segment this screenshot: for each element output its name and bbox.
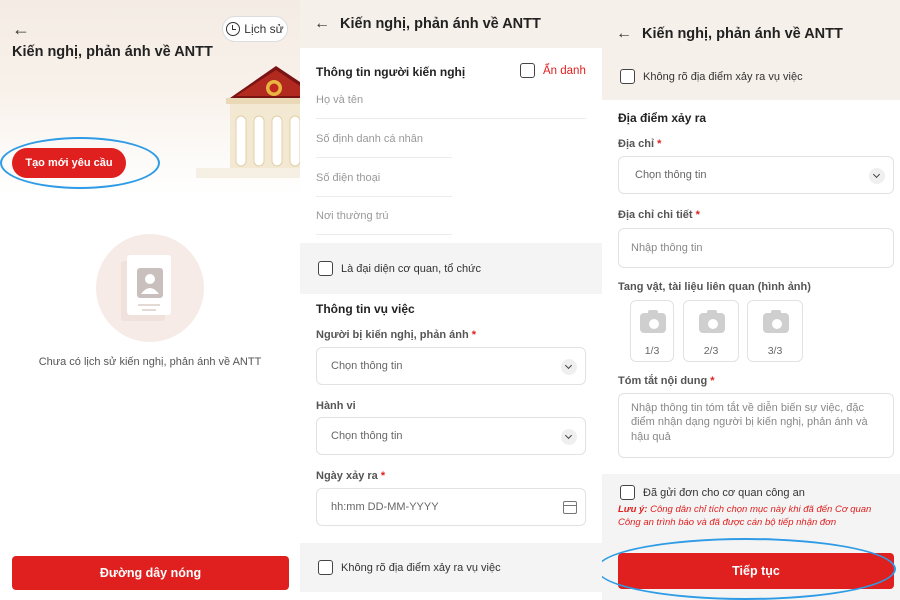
address-detail-label: Địa chỉ chi tiết * <box>618 209 700 221</box>
checkbox-icon[interactable] <box>318 560 333 575</box>
date-label: Ngày xảy ra * <box>316 470 385 482</box>
highlight-ring <box>0 137 160 189</box>
unknown-location-checkbox[interactable]: Không rõ địa điểm xảy ra vụ việc <box>318 560 501 575</box>
note-body: Công dân chỉ tích chọn mục này khi đã đế… <box>618 504 872 528</box>
note-prefix: Lưu ý: <box>618 504 648 515</box>
org-representative-checkbox[interactable]: Là đại diện cơ quan, tổ chức <box>318 261 481 276</box>
address-label: Địa chỉ * <box>618 138 661 150</box>
required-mark: * <box>695 209 700 221</box>
date-input[interactable]: hh:mm DD-MM-YYYY <box>316 488 586 526</box>
target-label-text: Người bị kiến nghị, phản ánh <box>316 329 469 341</box>
highlight-ring <box>602 538 896 600</box>
history-button[interactable]: Lịch sử <box>222 16 288 42</box>
behavior-select-value: Chọn thông tin <box>331 430 403 442</box>
address-select[interactable]: Chọn thông tin <box>618 156 894 194</box>
camera-icon <box>699 310 725 333</box>
section-title-location: Địa điểm xảy ra <box>618 111 707 125</box>
unknown-location-label: Không rõ địa điểm xảy ra vụ việc <box>643 70 803 83</box>
chevron-down-icon <box>561 359 577 375</box>
anonymous-label: Ẩn danh <box>543 64 586 77</box>
request-form-step2: ← Kiến nghị, phản ánh về ANTT Không rõ đ… <box>602 0 900 600</box>
required-mark: * <box>380 470 386 482</box>
header-bar: ← Kiến nghị, phản ánh về ANTT <box>300 0 602 48</box>
summary-label-text: Tóm tắt nội dung <box>618 375 708 387</box>
request-form-step1: ← Kiến nghị, phản ánh về ANTT Thông tin … <box>300 0 602 600</box>
image-upload-slot[interactable]: 1/3 <box>630 300 674 362</box>
required-mark: * <box>657 138 662 150</box>
required-mark: * <box>471 329 477 341</box>
document-line <box>142 309 156 311</box>
behavior-select[interactable]: Chọn thông tin <box>316 417 586 455</box>
summary-label: Tóm tắt nội dung * <box>618 375 715 387</box>
image-upload-slot[interactable]: 3/3 <box>747 300 803 362</box>
sent-to-police-checkbox[interactable]: Đã gửi đơn cho cơ quan công an <box>620 485 805 500</box>
hotline-button[interactable]: Đường dây nóng <box>12 556 289 590</box>
org-representative-label: Là đại diện cơ quan, tổ chức <box>341 262 481 275</box>
back-arrow-icon[interactable]: ← <box>314 16 330 32</box>
camera-icon <box>640 310 666 333</box>
unknown-location-checkbox[interactable]: Không rõ địa điểm xảy ra vụ việc <box>620 69 803 84</box>
note-text: Lưu ý: Công dân chỉ tích chọn mục này kh… <box>618 504 894 530</box>
section-title-person: Thông tin người kiến nghị <box>316 65 466 79</box>
checkbox-icon[interactable] <box>620 69 635 84</box>
empty-state-text: Chưa có lịch sử kiến nghị, phản ánh về A… <box>38 356 262 368</box>
id-number-input[interactable]: Số định danh cá nhân <box>316 120 452 158</box>
date-placeholder: hh:mm DD-MM-YYYY <box>331 501 439 513</box>
behavior-label: Hành vi <box>316 400 356 412</box>
date-label-text: Ngày xảy ra <box>316 470 378 482</box>
target-select[interactable]: Chọn thông tin <box>316 347 586 385</box>
address-detail-placeholder: Nhập thông tin <box>631 242 703 254</box>
header-title: Kiến nghị, phản ánh về ANTT <box>340 16 541 32</box>
history-screen: ← Lịch sử Kiến nghị, phản ánh về ANTT Tạ… <box>0 0 300 600</box>
calendar-icon[interactable] <box>563 501 577 514</box>
image-slot-counter: 2/3 <box>703 345 719 357</box>
image-slot-counter: 3/3 <box>767 345 783 357</box>
checkbox-icon[interactable] <box>620 485 635 500</box>
back-arrow-icon[interactable]: ← <box>616 26 632 42</box>
image-upload-slot[interactable]: 2/3 <box>683 300 739 362</box>
header-bar: ← Kiến nghị, phản ánh về ANTT <box>602 0 900 100</box>
phone-input[interactable]: Số điện thoại <box>316 159 452 197</box>
back-arrow-icon[interactable]: ← <box>12 20 30 38</box>
history-label: Lịch sử <box>244 22 284 36</box>
checkbox-icon[interactable] <box>318 261 333 276</box>
police-building-illustration <box>196 66 300 178</box>
target-label: Người bị kiến nghị, phản ánh * <box>316 329 476 341</box>
checkbox-icon[interactable] <box>520 63 535 78</box>
address-select-value: Chọn thông tin <box>635 169 707 181</box>
chevron-down-icon <box>561 429 577 445</box>
sent-to-police-label: Đã gửi đơn cho cơ quan công an <box>643 486 805 499</box>
residence-input[interactable]: Nơi thường trú <box>316 197 452 235</box>
camera-icon <box>763 310 789 333</box>
summary-placeholder: Nhập thông tin tóm tắt về diễn biến sự v… <box>631 402 868 443</box>
chevron-down-icon <box>869 168 885 184</box>
page-title: Kiến nghị, phản ánh về ANTT <box>12 44 213 60</box>
clock-icon <box>226 22 241 36</box>
address-detail-input[interactable]: Nhập thông tin <box>618 228 894 268</box>
anonymous-toggle[interactable]: Ẩn danh <box>520 63 586 78</box>
target-select-value: Chọn thông tin <box>331 360 403 372</box>
full-name-input[interactable]: Họ và tên <box>316 81 586 119</box>
user-avatar-icon <box>137 268 163 298</box>
document-line <box>138 304 160 306</box>
summary-textarea[interactable]: Nhập thông tin tóm tắt về diễn biến sự v… <box>618 393 894 458</box>
required-mark: * <box>710 375 715 387</box>
header-title: Kiến nghị, phản ánh về ANTT <box>642 26 843 42</box>
address-detail-label-text: Địa chỉ chi tiết <box>618 209 693 221</box>
evidence-label: Tang vật, tài liệu liên quan (hình ảnh) <box>618 281 811 293</box>
section-title-case: Thông tin vụ việc <box>316 302 415 316</box>
image-slot-counter: 1/3 <box>644 345 660 357</box>
address-label-text: Địa chỉ <box>618 138 655 150</box>
unknown-location-label: Không rõ địa điểm xảy ra vụ việc <box>341 561 501 574</box>
